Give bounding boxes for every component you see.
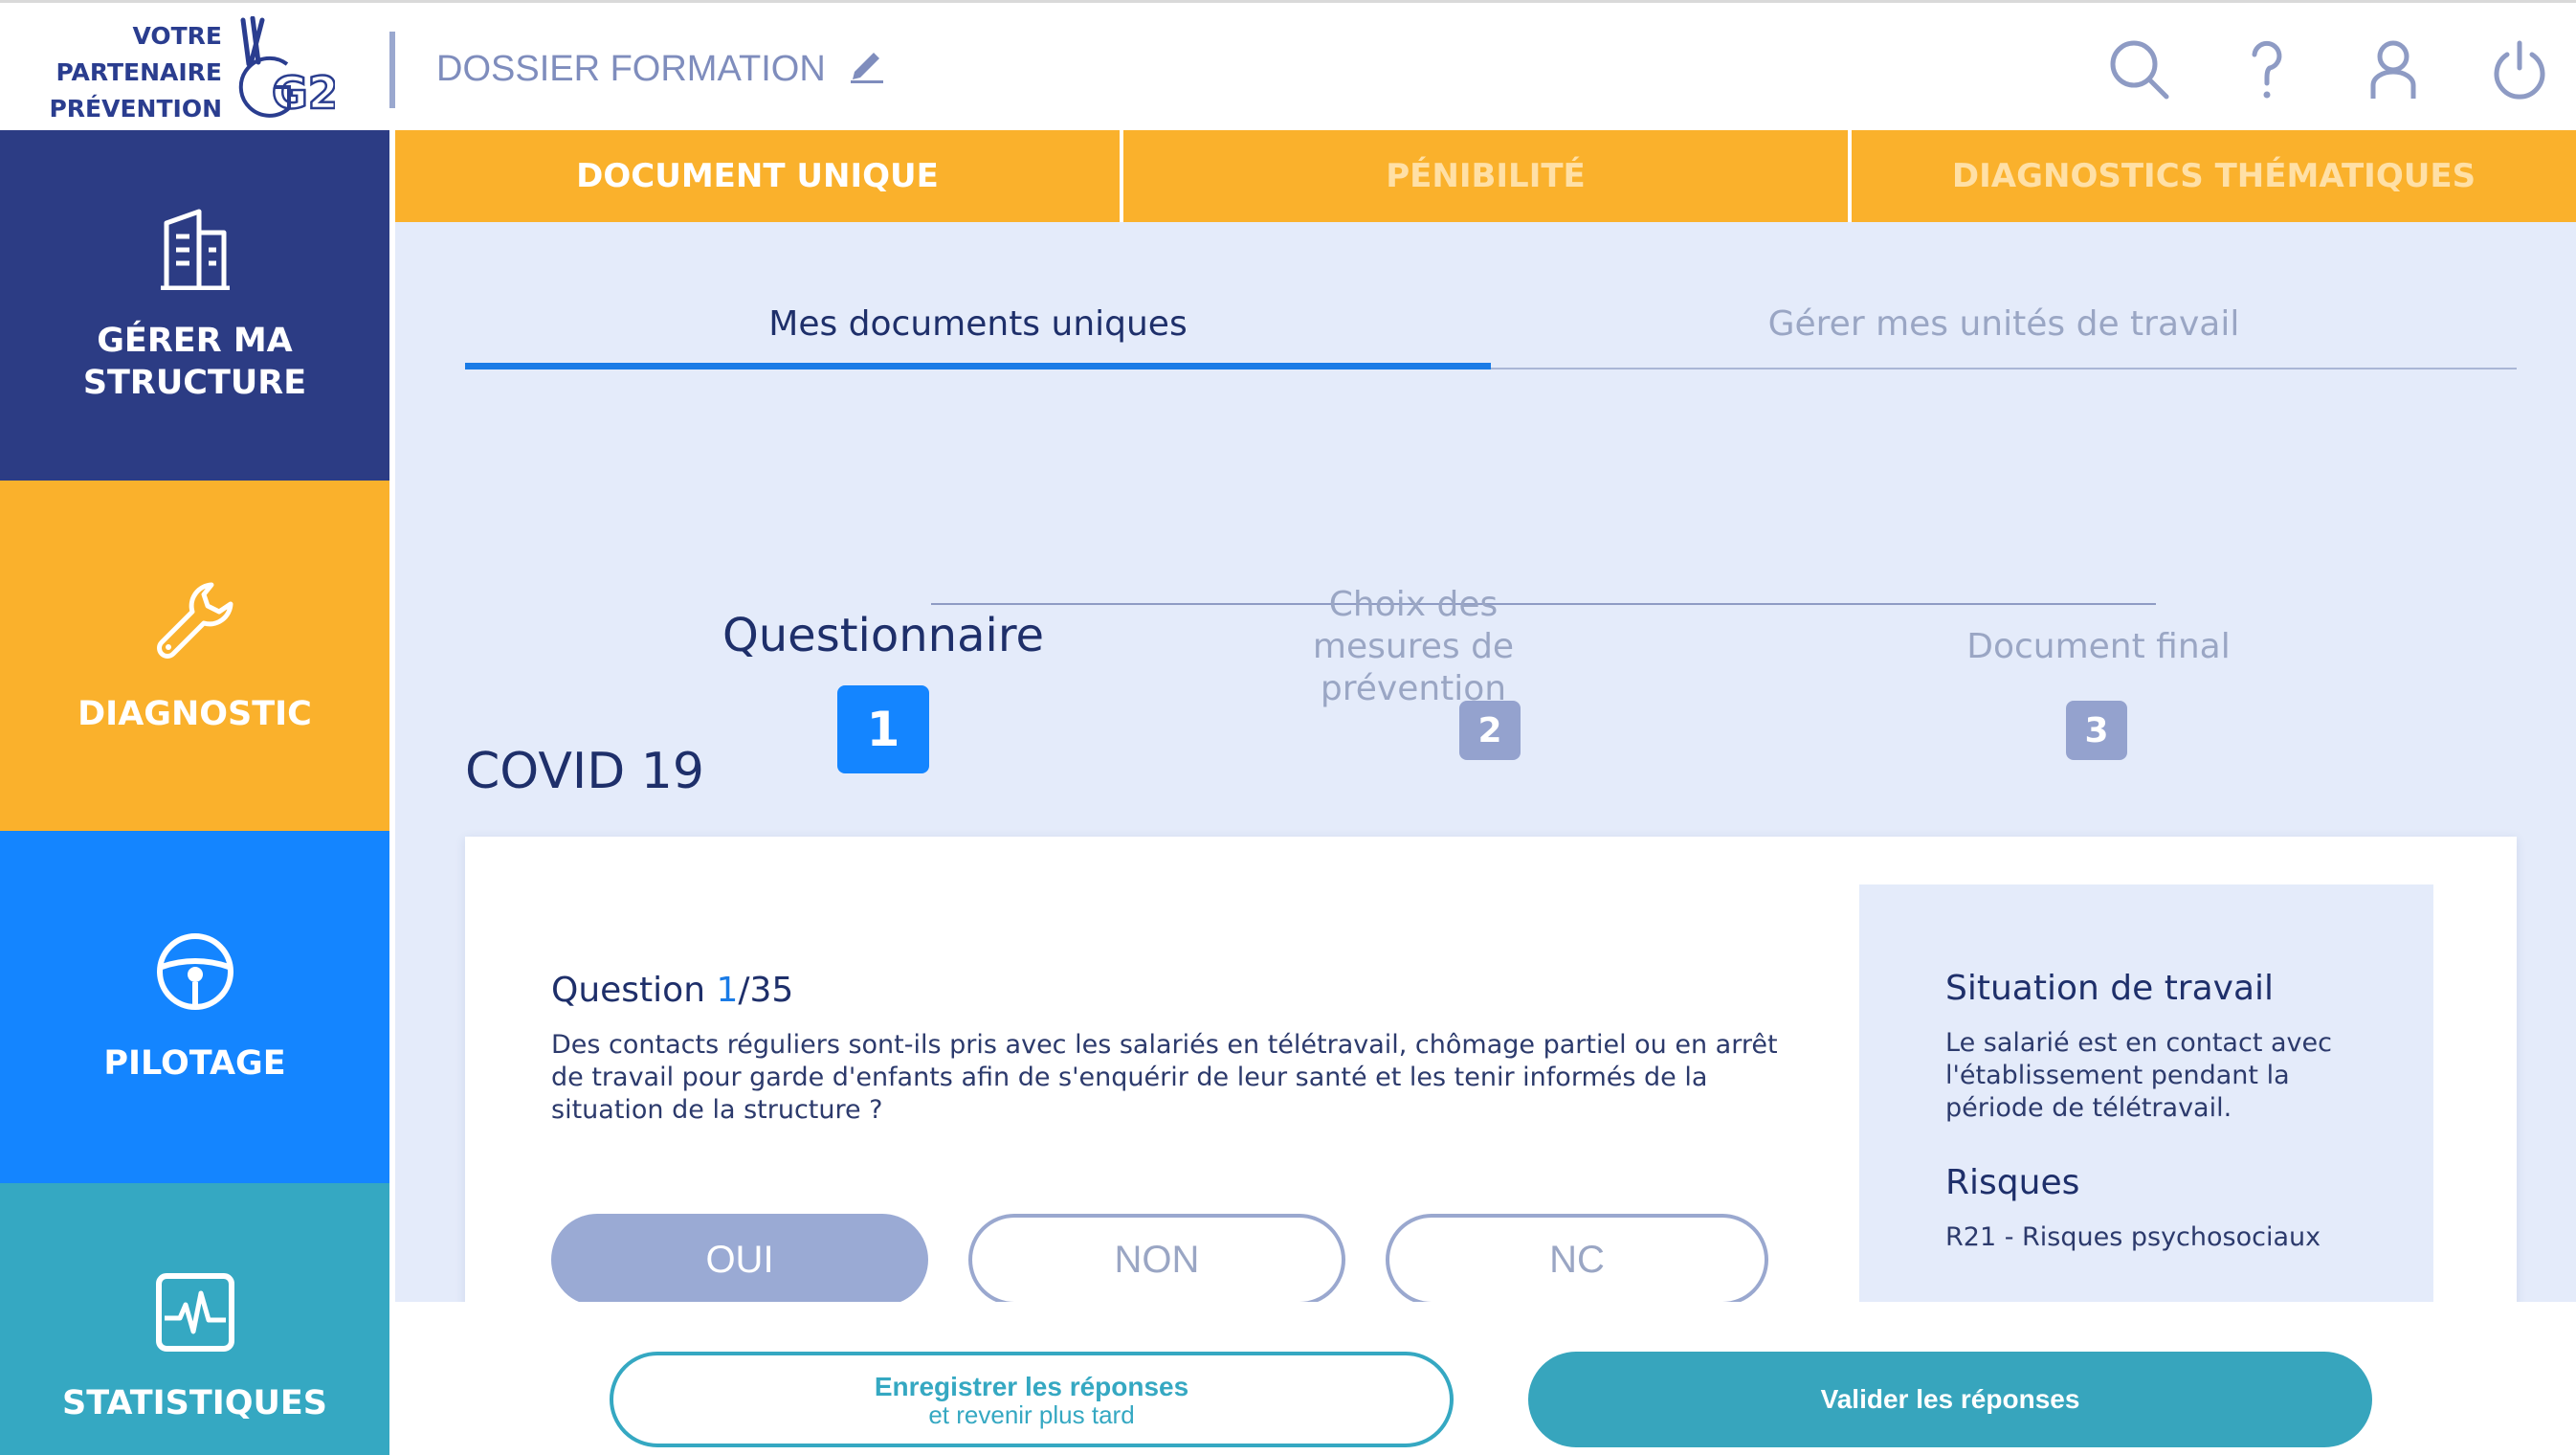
sidebar-item-pilotage[interactable]: PILOTAGE xyxy=(0,831,389,1183)
step-2-box[interactable]: 2 xyxy=(1459,701,1521,760)
save-and-return-later-button[interactable]: Enregistrer les réponses et revenir plus… xyxy=(610,1352,1454,1447)
help-icon[interactable] xyxy=(2233,35,2300,102)
sub-tab-bar: Mes documents uniques Gérer mes unités d… xyxy=(465,293,2517,369)
subtab-mes-documents-uniques[interactable]: Mes documents uniques xyxy=(465,293,1491,369)
answer-nc-button[interactable]: NC xyxy=(1386,1214,1768,1306)
tab-diagnostics-thematiques[interactable]: DIAGNOSTICS THÉMATIQUES xyxy=(1852,130,2576,222)
progress-stepper: Questionnaire 1 Choix des mesures de pré… xyxy=(395,446,2576,773)
step-label-document-final: Document final xyxy=(1966,627,2231,666)
search-icon[interactable] xyxy=(2105,35,2172,102)
svg-text:G2P: G2P xyxy=(272,67,335,119)
validate-answers-button[interactable]: Valider les réponses xyxy=(1528,1352,2372,1447)
question-text: Des contacts réguliers sont-ils pris ave… xyxy=(551,1030,1778,1125)
header-divider xyxy=(389,32,395,108)
answer-oui-button[interactable]: OUI xyxy=(551,1214,928,1306)
question-area: Question 1/35 Des contacts réguliers son… xyxy=(551,971,1786,1127)
question-card: Question 1/35 Des contacts réguliers son… xyxy=(465,837,2517,1334)
save-button-line1: Enregistrer les réponses xyxy=(874,1372,1189,1401)
main-panel: DOCUMENT UNIQUE PÉNIBILITÉ DIAGNOSTICS T… xyxy=(395,130,2576,1455)
power-icon[interactable] xyxy=(2486,35,2553,102)
sidebar-item-label: DIAGNOSTIC xyxy=(78,694,312,733)
question-prefix: Question xyxy=(551,971,717,1010)
sidebar: GÉRER MA STRUCTURE DIAGNOSTIC PILOTAGE S… xyxy=(0,130,389,1455)
risks-text: R21 - Risques psychosociaux xyxy=(1945,1222,2321,1252)
building-icon xyxy=(157,208,233,301)
logo-tagline: VOTRE PARTENAIRE PRÉVENTION xyxy=(49,18,222,127)
step-label-choix-mesures: Choix des mesures de prévention xyxy=(1312,585,1515,708)
situation-title: Situation de travail xyxy=(1945,969,2275,1008)
step-1-box[interactable]: 1 xyxy=(837,685,929,773)
action-bar: Enregistrer les réponses et revenir plus… xyxy=(395,1302,2576,1455)
dossier-title-text: DOSSIER FORMATION xyxy=(436,48,826,89)
subtab-gerer-unites-travail[interactable]: Gérer mes unités de travail xyxy=(1491,293,2517,368)
sidebar-item-statistiques[interactable]: STATISTIQUES xyxy=(0,1183,389,1455)
g2p-mark-icon: G2P xyxy=(230,15,372,127)
main-tab-bar: DOCUMENT UNIQUE PÉNIBILITÉ DIAGNOSTICS T… xyxy=(395,130,2576,222)
tab-document-unique[interactable]: DOCUMENT UNIQUE xyxy=(395,130,1123,222)
step-label-questionnaire: Questionnaire xyxy=(722,609,1045,662)
sidebar-item-diagnostic[interactable]: DIAGNOSTIC xyxy=(0,481,389,831)
risks-title: Risques xyxy=(1945,1163,2080,1202)
steering-wheel-icon xyxy=(154,930,236,1023)
sidebar-item-label: STATISTIQUES xyxy=(61,1383,328,1422)
section-title: COVID 19 xyxy=(465,743,704,800)
save-button-line2: et revenir plus tard xyxy=(928,1400,1135,1429)
dossier-title[interactable]: DOSSIER FORMATION xyxy=(436,45,885,93)
answer-options: OUI NON NC xyxy=(551,1214,1768,1306)
step-3-box[interactable]: 3 xyxy=(2066,701,2127,760)
question-current-number: 1 xyxy=(716,971,739,1010)
situation-text: Le salarié est en contact avec l'établis… xyxy=(1945,1028,2332,1123)
logo-line: PRÉVENTION xyxy=(49,95,222,123)
pulse-chart-icon xyxy=(155,1272,235,1363)
sidebar-item-structure[interactable]: GÉRER MA STRUCTURE xyxy=(0,130,389,481)
user-icon[interactable] xyxy=(2360,35,2427,102)
answer-non-button[interactable]: NON xyxy=(968,1214,1345,1306)
logo-line: VOTRE xyxy=(132,22,222,50)
info-panel: Situation de travail Le salarié est en c… xyxy=(1859,884,2433,1334)
wrench-icon xyxy=(152,577,238,674)
top-header: VOTRE PARTENAIRE PRÉVENTION G2P DOSSIER … xyxy=(0,0,2576,130)
sidebar-item-label: PILOTAGE xyxy=(103,1043,286,1083)
tab-penibilite[interactable]: PÉNIBILITÉ xyxy=(1123,130,1852,222)
logo-line: PARTENAIRE xyxy=(56,58,222,86)
sidebar-item-label: GÉRER MA STRUCTURE xyxy=(82,321,307,402)
question-counter: Question 1/35 xyxy=(551,971,1786,1010)
question-total: /35 xyxy=(738,971,794,1010)
edit-pencil-icon[interactable] xyxy=(847,45,885,93)
g2p-logo[interactable]: VOTRE PARTENAIRE PRÉVENTION G2P xyxy=(38,14,372,123)
